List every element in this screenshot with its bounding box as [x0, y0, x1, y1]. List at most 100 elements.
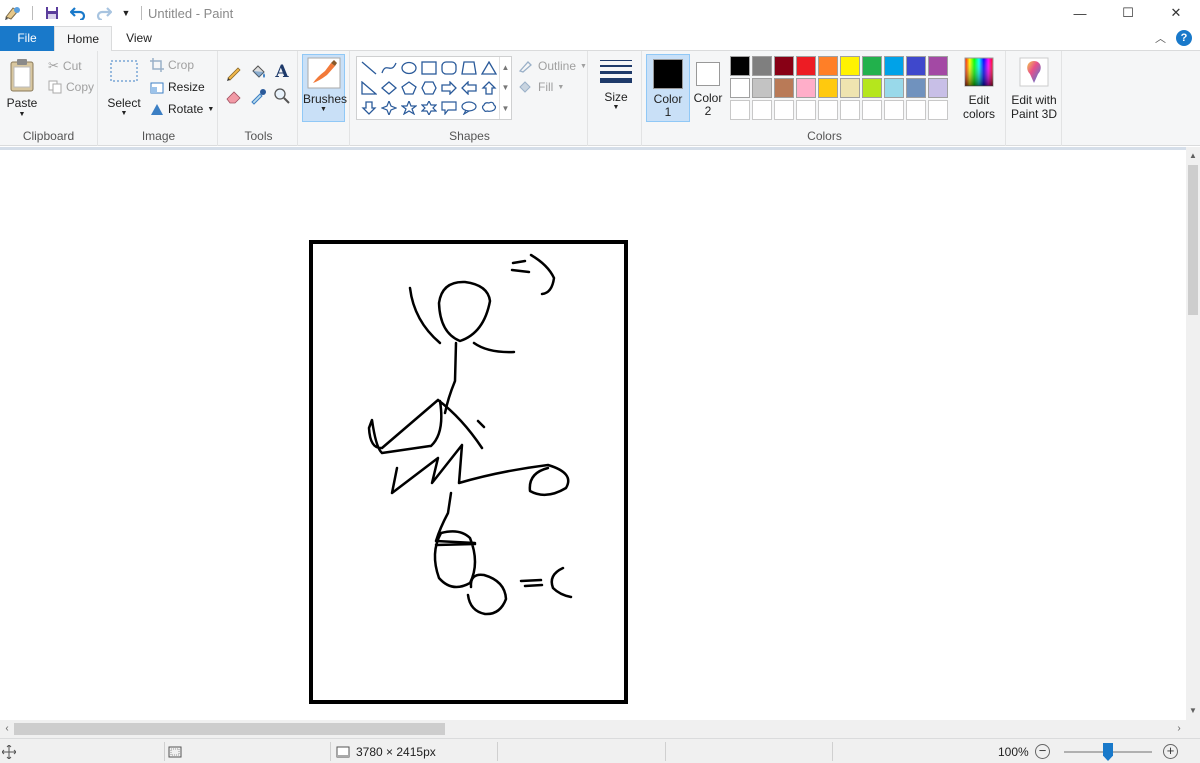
crop-button[interactable]: Crop [150, 58, 194, 72]
vertical-scroll-thumb[interactable] [1188, 165, 1198, 315]
palette-swatch[interactable] [840, 56, 860, 76]
help-icon[interactable]: ? [1176, 30, 1192, 46]
oval-callout-shape-icon[interactable] [459, 98, 479, 118]
right-arrow-shape-icon[interactable] [439, 78, 459, 98]
color1-button[interactable]: Color 1 [646, 54, 690, 122]
palette-swatch[interactable] [906, 78, 926, 98]
palette-swatch[interactable] [840, 100, 860, 120]
maximize-button[interactable]: ☐ [1104, 0, 1152, 26]
tab-view[interactable]: View [112, 26, 166, 51]
line-shape-icon[interactable] [359, 58, 379, 78]
paste-button[interactable]: Paste ▼ [4, 57, 40, 118]
brushes-dropdown-icon[interactable]: ▼ [303, 106, 344, 113]
color-picker-icon[interactable] [247, 85, 269, 107]
palette-swatch[interactable] [730, 56, 750, 76]
palette-swatch[interactable] [884, 78, 904, 98]
shapes-scroll-down-icon[interactable]: ▼ [502, 83, 510, 92]
palette-swatch[interactable] [818, 56, 838, 76]
palette-swatch[interactable] [818, 78, 838, 98]
drawing-canvas[interactable] [0, 150, 1186, 720]
minimize-button[interactable]: — [1056, 0, 1104, 26]
save-icon[interactable] [43, 4, 61, 22]
palette-swatch[interactable] [774, 78, 794, 98]
scroll-down-icon[interactable]: ▼ [1186, 704, 1200, 718]
polygon-shape-icon[interactable] [459, 58, 479, 78]
pencil-icon[interactable] [223, 61, 245, 83]
palette-swatch[interactable] [928, 78, 948, 98]
scroll-up-icon[interactable]: ▲ [1186, 149, 1200, 163]
up-arrow-shape-icon[interactable] [479, 78, 499, 98]
palette-swatch[interactable] [928, 100, 948, 120]
palette-swatch[interactable] [862, 56, 882, 76]
palette-swatch[interactable] [884, 100, 904, 120]
palette-swatch[interactable] [774, 56, 794, 76]
customize-qat-icon[interactable]: ▼ [121, 4, 131, 22]
palette-swatch[interactable] [752, 78, 772, 98]
shapes-expand-icon[interactable]: ▼ [502, 104, 510, 113]
horizontal-scrollbar[interactable]: ‹ › [0, 720, 1186, 738]
oval-shape-icon[interactable] [399, 58, 419, 78]
paste-dropdown-icon[interactable]: ▼ [4, 111, 40, 118]
edit-with-paint3d-button[interactable]: Edit with Paint 3D [1010, 57, 1058, 121]
palette-swatch[interactable] [796, 56, 816, 76]
tab-home[interactable]: Home [54, 26, 112, 52]
zoom-in-button[interactable]: + [1163, 744, 1178, 759]
eraser-icon[interactable] [223, 85, 245, 107]
palette-swatch[interactable] [752, 100, 772, 120]
brushes-button[interactable]: Brushes ▼ [302, 54, 347, 122]
rounded-rectangle-shape-icon[interactable] [439, 58, 459, 78]
palette-swatch[interactable] [906, 56, 926, 76]
rotate-dropdown-icon[interactable]: ▼ [207, 106, 214, 113]
four-point-star-shape-icon[interactable] [379, 98, 399, 118]
rect-callout-shape-icon[interactable] [439, 98, 459, 118]
scroll-left-icon[interactable]: ‹ [0, 720, 14, 738]
six-point-star-shape-icon[interactable] [419, 98, 439, 118]
paint-app-icon[interactable] [4, 4, 22, 22]
text-tool-icon[interactable]: A [271, 61, 293, 83]
palette-swatch[interactable] [906, 100, 926, 120]
color2-button[interactable]: Color 2 [686, 54, 730, 122]
size-button[interactable]: Size ▼ [594, 57, 638, 111]
undo-icon[interactable] [69, 4, 87, 22]
palette-swatch[interactable] [730, 78, 750, 98]
diamond-shape-icon[interactable] [379, 78, 399, 98]
magnifier-icon[interactable] [271, 85, 293, 107]
palette-swatch[interactable] [862, 78, 882, 98]
resize-button[interactable]: Resize [150, 80, 205, 94]
palette-swatch[interactable] [752, 56, 772, 76]
fill-bucket-icon[interactable] [247, 61, 269, 83]
cloud-callout-shape-icon[interactable] [479, 98, 499, 118]
shapes-scroll-up-icon[interactable]: ▲ [502, 63, 510, 72]
canvas-workspace[interactable] [0, 147, 1186, 720]
palette-swatch[interactable] [730, 100, 750, 120]
palette-swatch[interactable] [774, 100, 794, 120]
curve-shape-icon[interactable] [379, 58, 399, 78]
right-triangle-shape-icon[interactable] [359, 78, 379, 98]
select-dropdown-icon[interactable]: ▼ [106, 110, 142, 117]
palette-swatch[interactable] [862, 100, 882, 120]
fill-button[interactable]: Fill ▼ [518, 80, 564, 94]
palette-swatch[interactable] [840, 78, 860, 98]
size-dropdown-icon[interactable]: ▼ [594, 104, 638, 111]
palette-swatch[interactable] [796, 78, 816, 98]
rotate-button[interactable]: Rotate ▼ [150, 102, 214, 116]
edit-colors-button[interactable]: Edit colors [957, 57, 1001, 121]
shapes-scroll[interactable]: ▲ ▼ ▼ [499, 57, 511, 119]
pentagon-shape-icon[interactable] [399, 78, 419, 98]
five-point-star-shape-icon[interactable] [399, 98, 419, 118]
palette-swatch[interactable] [928, 56, 948, 76]
fill-dropdown-icon[interactable]: ▼ [557, 84, 564, 91]
palette-swatch[interactable] [796, 100, 816, 120]
cut-button[interactable]: ✂ Cut [48, 58, 82, 74]
left-arrow-shape-icon[interactable] [459, 78, 479, 98]
triangle-shape-icon[interactable] [479, 58, 499, 78]
palette-swatch[interactable] [818, 100, 838, 120]
close-button[interactable]: ✕ [1152, 0, 1200, 26]
select-button[interactable]: Select ▼ [106, 59, 142, 117]
outline-button[interactable]: Outline ▼ [518, 59, 587, 73]
scroll-right-icon[interactable]: › [1172, 720, 1186, 738]
rectangle-shape-icon[interactable] [419, 58, 439, 78]
horizontal-scroll-thumb[interactable] [14, 723, 445, 735]
tab-file[interactable]: File [0, 26, 54, 51]
outline-dropdown-icon[interactable]: ▼ [580, 63, 587, 70]
